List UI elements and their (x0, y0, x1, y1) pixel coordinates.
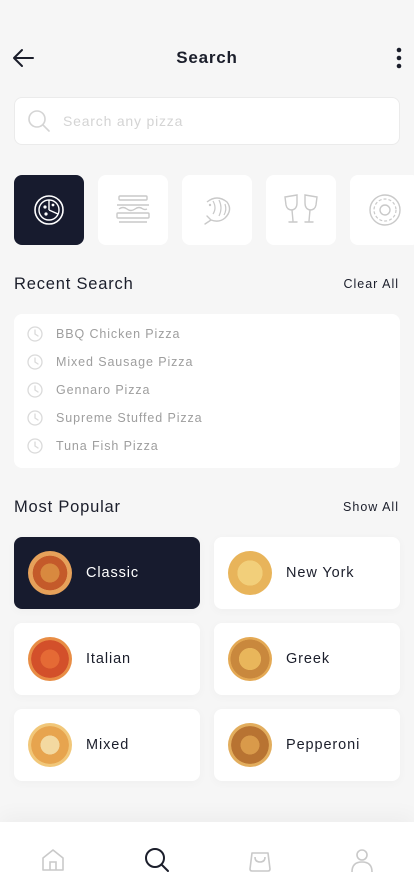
recent-search-item[interactable]: Gennaro Pizza (27, 381, 387, 399)
burger-icon (116, 195, 150, 223)
category-seafood[interactable] (182, 175, 252, 245)
recent-search-list: BBQ Chicken Pizza Mixed Sausage Pizza Ge… (14, 314, 400, 468)
shopping-bag-icon (249, 852, 271, 872)
popular-item-mixed[interactable]: Mixed (14, 709, 200, 781)
search-input[interactable] (63, 113, 363, 129)
pizza-image (228, 551, 272, 595)
clock-icon (27, 382, 43, 398)
popular-item-label: New York (286, 565, 355, 581)
recent-search-label: BBQ Chicken Pizza (56, 327, 181, 341)
nav-cart[interactable] (246, 846, 274, 874)
most-popular-title: Most Popular (14, 498, 121, 516)
wine-glasses-icon (284, 194, 318, 223)
recent-search-item[interactable]: BBQ Chicken Pizza (27, 325, 387, 343)
pizza-image (28, 551, 72, 595)
more-vertical-icon (396, 47, 402, 69)
shrimp-icon (204, 197, 231, 225)
nav-profile[interactable] (348, 846, 376, 874)
search-icon (28, 110, 50, 132)
home-icon (42, 849, 64, 871)
search-bar (14, 97, 400, 145)
popular-item-pepperoni[interactable]: Pepperoni (214, 709, 400, 781)
nav-home[interactable] (39, 846, 67, 874)
nav-search[interactable] (143, 846, 171, 874)
recent-search-label: Mixed Sausage Pizza (56, 355, 194, 369)
recent-search-label: Tuna Fish Pizza (56, 439, 159, 453)
category-pizza[interactable] (14, 175, 84, 245)
clock-icon (27, 354, 43, 370)
search-icon (145, 848, 169, 872)
recent-search-item[interactable]: Supreme Stuffed Pizza (27, 409, 387, 427)
popular-item-classic[interactable]: Classic (14, 537, 200, 609)
popular-item-greek[interactable]: Greek (214, 623, 400, 695)
show-all-button[interactable]: Show All (343, 500, 399, 514)
category-donut[interactable] (350, 175, 414, 245)
category-burger[interactable] (98, 175, 168, 245)
recent-search-label: Gennaro Pizza (56, 383, 151, 397)
recent-search-title: Recent Search (14, 275, 134, 293)
popular-item-label: Greek (286, 651, 330, 667)
popular-item-label: Italian (86, 651, 131, 667)
bottom-navigation (0, 822, 414, 896)
category-list (14, 175, 414, 245)
popular-item-label: Mixed (86, 737, 130, 753)
pizza-image (228, 723, 272, 767)
category-drinks[interactable] (266, 175, 336, 245)
recent-search-item[interactable]: Mixed Sausage Pizza (27, 353, 387, 371)
most-popular-header: Most Popular Show All (14, 498, 400, 520)
popular-item-new-york[interactable]: New York (214, 537, 400, 609)
popular-item-label: Classic (86, 565, 140, 581)
clear-all-button[interactable]: Clear All (343, 277, 399, 291)
clock-icon (27, 438, 43, 454)
popular-item-label: Pepperoni (286, 737, 361, 753)
recent-search-label: Supreme Stuffed Pizza (56, 411, 203, 425)
recent-search-item[interactable]: Tuna Fish Pizza (27, 437, 387, 455)
pizza-image (28, 723, 72, 767)
clock-icon (27, 326, 43, 342)
pizza-icon (34, 195, 64, 225)
pizza-image (28, 637, 72, 681)
popular-item-italian[interactable]: Italian (14, 623, 200, 695)
more-options-button[interactable] (392, 44, 406, 72)
donut-icon (369, 194, 401, 226)
page-title: Search (176, 48, 238, 67)
clock-icon (27, 410, 43, 426)
pizza-image (228, 637, 272, 681)
recent-search-header: Recent Search Clear All (14, 275, 400, 297)
header: Search (0, 40, 414, 76)
profile-icon (351, 849, 373, 873)
